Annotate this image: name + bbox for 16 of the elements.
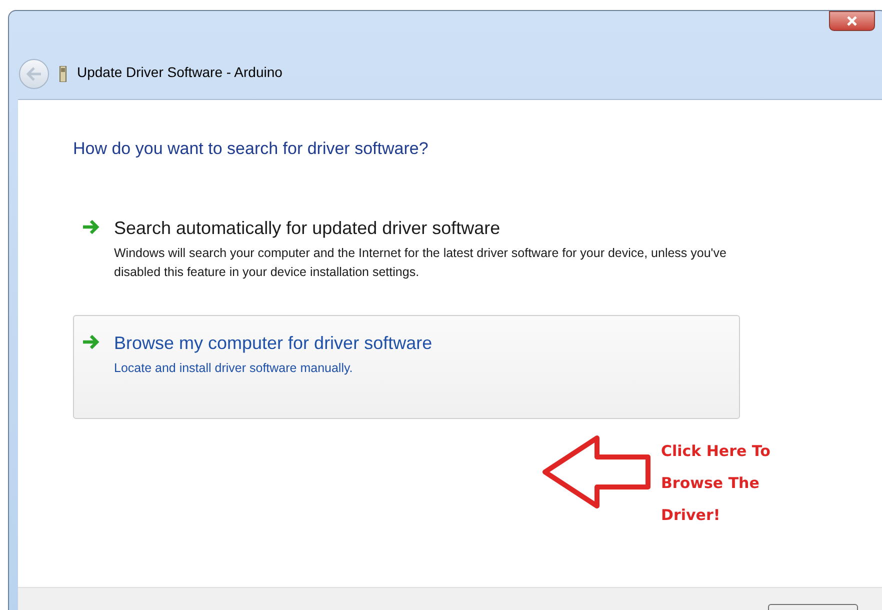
option-button[interactable]: Browse my computer for driver software Locate and install driver software manually.: [73, 314, 740, 418]
arrow-icon: [82, 218, 100, 234]
page-heading: How do you want to search for driver software?: [73, 138, 430, 160]
usb-device-icon: [59, 66, 67, 82]
option-description: Windows will search your computer and the Internet for the latest driver software for your device, unless you've disabled this feature in your device installation settings.: [114, 244, 728, 281]
annotation-text: Click Here To: [661, 441, 770, 462]
close-button[interactable]: [829, 11, 875, 31]
annotation-text: Browse The: [661, 473, 760, 494]
close-icon: [846, 15, 858, 27]
option-title: Browse my computer for driver software: [114, 332, 432, 355]
arrow-icon: [82, 334, 100, 350]
option-title: Search automatically for updated driver software: [114, 216, 502, 240]
window-title: Update Driver Software - Arduino: [77, 63, 282, 82]
back-arrow-icon: [26, 67, 42, 81]
option-description: Locate and install driver software manually.: [114, 360, 354, 377]
annotation-text: Driver!: [661, 505, 722, 526]
